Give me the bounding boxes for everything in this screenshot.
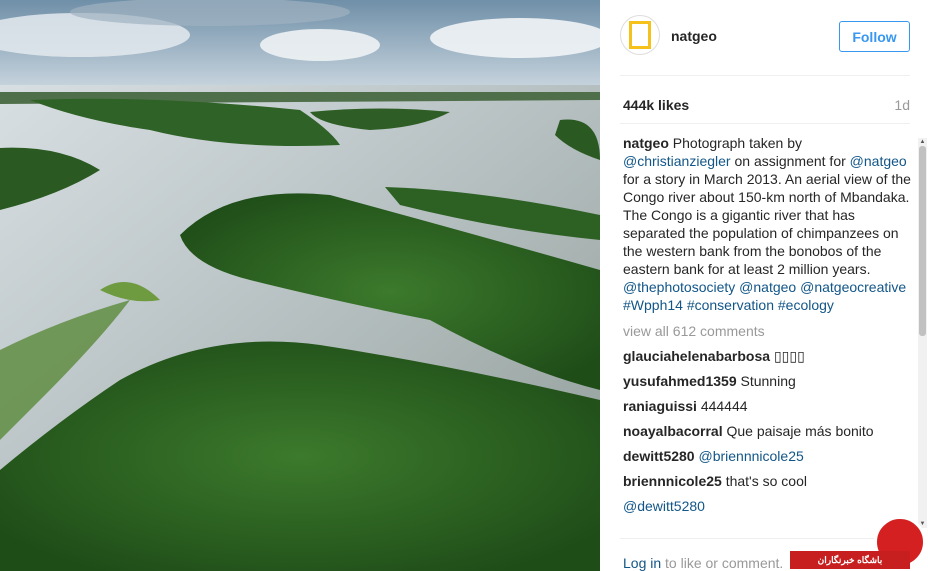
comment-username[interactable]: yusufahmed1359: [623, 373, 737, 389]
hashtag-link[interactable]: #Wpph14: [623, 297, 683, 313]
post-age[interactable]: 1d: [894, 97, 910, 113]
comment-text: ▯▯▯▯: [773, 348, 805, 364]
mention-link[interactable]: @natgeo: [739, 279, 796, 295]
mention-link[interactable]: @natgeocreative: [800, 279, 906, 295]
comment-item: yusufahmed1359 Stunning: [623, 372, 913, 390]
comment-text: Que paisaje más bonito: [726, 423, 874, 439]
comment-text: Stunning: [740, 373, 796, 389]
comment-username[interactable]: briennnicole25: [623, 473, 722, 489]
caption-text: on assignment for: [730, 153, 850, 169]
comment-item: raniaguissi 444444: [623, 397, 913, 415]
mention-link[interactable]: @christianziegler: [623, 153, 731, 169]
watermark-logo: باشگاه خبرنگاران: [790, 516, 928, 571]
comment-username[interactable]: dewitt5280: [623, 448, 695, 464]
comment-mention-link[interactable]: @dewitt5280: [623, 498, 705, 514]
comments-list: natgeo Photograph taken by @christianzie…: [623, 134, 913, 530]
comment-username[interactable]: noayalbacorral: [623, 423, 723, 439]
scroll-up-arrow-icon[interactable]: ▲: [918, 138, 927, 146]
hashtag-link[interactable]: #conservation: [687, 297, 774, 313]
comment-item: noayalbacorral Que paisaje más bonito: [623, 422, 913, 440]
comment-item: briennnicole25 that's so cool: [623, 472, 913, 490]
comment-username[interactable]: glauciahelenabarbosa: [623, 348, 770, 364]
comments-scrollbar[interactable]: ▲ ▼: [918, 138, 927, 528]
login-prompt-text: to like or comment.: [661, 555, 784, 571]
mention-link[interactable]: @thephotosociety: [623, 279, 735, 295]
post-caption: natgeo Photograph taken by @christianzie…: [623, 134, 913, 314]
comment-text: 444444: [700, 398, 748, 414]
congo-river-aerial-photo: [0, 0, 600, 571]
follow-button[interactable]: Follow: [839, 21, 910, 52]
comment-item: @dewitt5280: [623, 497, 913, 515]
hashtag-link[interactable]: #ecology: [778, 297, 834, 313]
mention-link[interactable]: @natgeo: [850, 153, 907, 169]
watermark-text: باشگاه خبرنگاران: [790, 551, 910, 569]
header-divider: [620, 75, 910, 76]
view-all-comments-link[interactable]: view all 612 comments: [623, 322, 913, 340]
likes-divider: [620, 123, 910, 124]
comment-username[interactable]: raniaguissi: [623, 398, 697, 414]
login-prompt: Log in to like or comment.: [623, 555, 783, 571]
login-link[interactable]: Log in: [623, 555, 661, 571]
scrollbar-thumb[interactable]: [919, 146, 926, 336]
post-header: natgeo Follow: [620, 15, 910, 57]
post-username[interactable]: natgeo: [671, 28, 717, 44]
comment-mention-link[interactable]: @briennnicole25: [698, 448, 803, 464]
post-photo[interactable]: [0, 0, 600, 571]
comment-item: dewitt5280 @briennnicole25: [623, 447, 913, 465]
avatar[interactable]: [620, 15, 660, 55]
caption-text: Photograph taken by: [668, 135, 802, 151]
post-details-panel: natgeo Follow 444k likes 1d natgeo Photo…: [600, 0, 928, 571]
caption-text: for a story in March 2013. An aerial vie…: [623, 171, 911, 277]
natgeo-logo-icon: [629, 21, 651, 49]
comment-item: glauciahelenabarbosa ▯▯▯▯: [623, 347, 913, 365]
likes-count[interactable]: 444k likes: [623, 97, 689, 113]
comment-text: that's so cool: [725, 473, 807, 489]
caption-author[interactable]: natgeo: [623, 135, 669, 151]
